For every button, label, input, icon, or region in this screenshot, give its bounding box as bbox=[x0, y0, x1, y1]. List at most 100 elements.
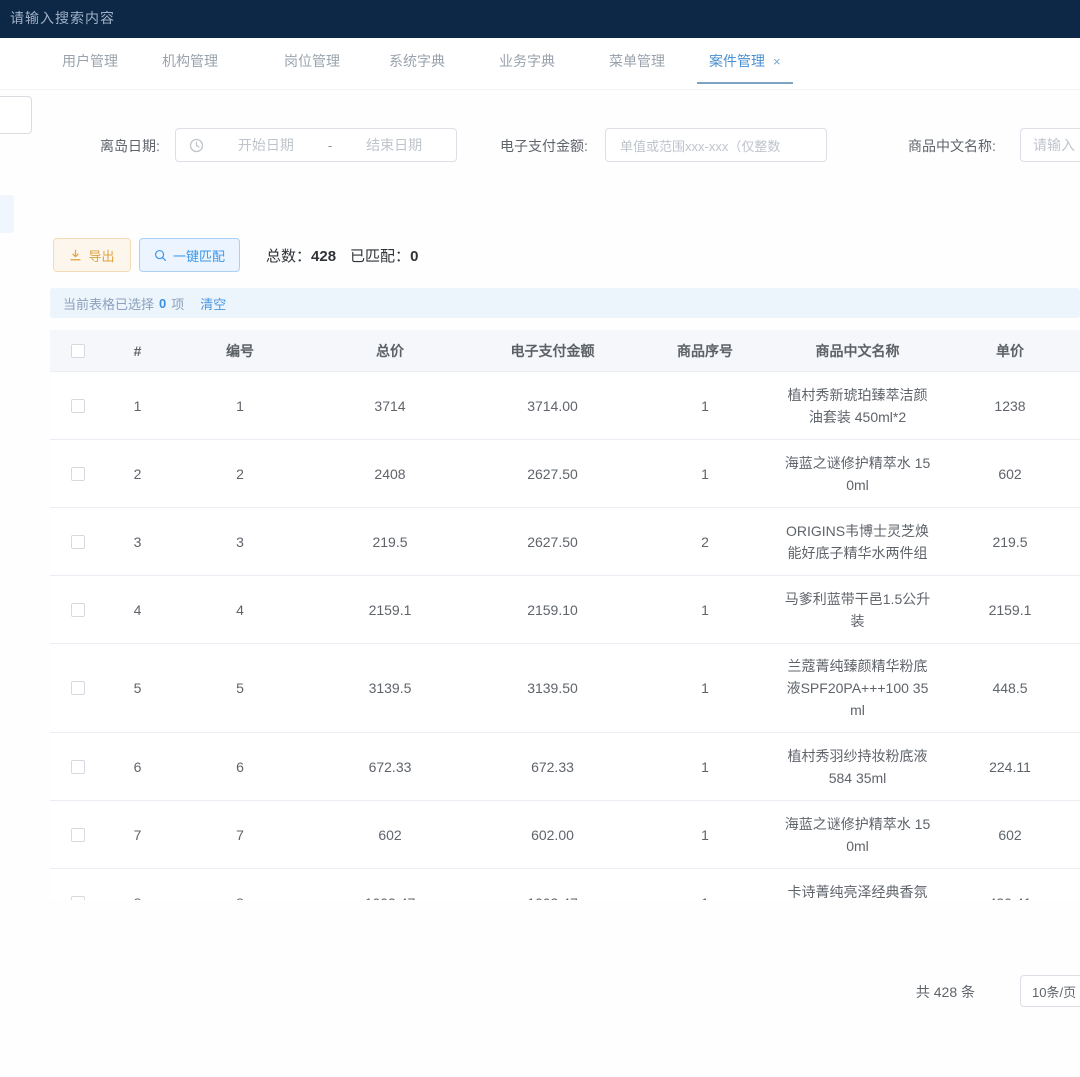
table-row: 3 3 219.5 2627.50 2 ORIGINS韦博士灵芝焕能好底子精华水… bbox=[50, 508, 1080, 576]
selection-prefix: 当前表格已选择 bbox=[63, 294, 154, 313]
header-bianhao[interactable]: 编号 bbox=[170, 341, 310, 361]
main-content: 离岛日期: 开始日期 - 结束日期 电子支付金额: 单值或范围xxx-xxx（仅… bbox=[0, 90, 1080, 1077]
matched-value: 0 bbox=[410, 248, 418, 265]
cell-zongjia: 602 bbox=[310, 824, 470, 846]
date-range-input[interactable]: 开始日期 - 结束日期 bbox=[175, 128, 457, 162]
cell-seq: 1 bbox=[635, 756, 775, 778]
cell-index: 1 bbox=[105, 395, 170, 417]
row-checkbox[interactable] bbox=[71, 896, 85, 901]
count-summary: 总数：428已匹配：0 bbox=[266, 245, 418, 266]
total-label: 总数： bbox=[266, 248, 311, 265]
header-payment[interactable]: 电子支付金额 bbox=[470, 341, 635, 361]
cell-seq: 1 bbox=[635, 824, 775, 846]
tab-user-mgmt[interactable]: 用户管理 bbox=[60, 48, 120, 84]
tab-org-mgmt[interactable]: 机构管理 bbox=[160, 48, 220, 84]
row-checkbox[interactable] bbox=[71, 828, 85, 842]
app-window: 请输入搜索内容 用户管理 机构管理 岗位管理 系统字典 业务字典 菜单管理 案件… bbox=[0, 0, 1080, 1077]
global-search-input[interactable]: 请输入搜索内容 bbox=[10, 8, 115, 28]
cell-index: 2 bbox=[105, 463, 170, 485]
matched-label: 已匹配： bbox=[350, 248, 410, 265]
cell-index: 4 bbox=[105, 599, 170, 621]
close-icon[interactable]: × bbox=[773, 49, 781, 75]
cell-price: 448.5 bbox=[940, 677, 1080, 699]
header-price[interactable]: 单价 bbox=[940, 341, 1080, 361]
cell-name: 兰蔻菁纯臻颜精华粉底液SPF20PA+++100 35ml bbox=[775, 644, 940, 732]
match-button-label: 一键匹配 bbox=[173, 246, 225, 265]
cell-name: 卡诗菁纯亮泽经典香氛 发油100ml bbox=[775, 870, 940, 901]
table-row: 5 5 3139.5 3139.50 1 兰蔻菁纯臻颜精华粉底液SPF20PA+… bbox=[50, 644, 1080, 733]
tab-menu-mgmt[interactable]: 菜单管理 bbox=[607, 48, 667, 84]
header-seq[interactable]: 商品序号 bbox=[635, 341, 775, 361]
page-size-select[interactable]: 10条/页 bbox=[1020, 975, 1080, 1007]
cell-zongjia: 219.5 bbox=[310, 531, 470, 553]
pagination-total: 共 428 条 bbox=[916, 982, 975, 1002]
cell-zongjia: 2408 bbox=[310, 463, 470, 485]
cell-payment: 2627.50 bbox=[470, 463, 635, 485]
cell-seq: 1 bbox=[635, 463, 775, 485]
data-table: # 编号 总价 电子支付金额 商品序号 商品中文名称 单价 1 1 3714 3… bbox=[50, 330, 1080, 900]
header-zongjia[interactable]: 总价 bbox=[310, 341, 470, 361]
row-checkbox[interactable] bbox=[71, 760, 85, 774]
end-date-placeholder: 结束日期 bbox=[332, 135, 456, 155]
cell-name: ORIGINS韦博士灵芝焕能好底子精华水两件组 bbox=[775, 509, 940, 575]
table-row: 8 8 1003.47 1003.47 1 卡诗菁纯亮泽经典香氛 发油100ml… bbox=[50, 869, 1080, 900]
cell-price: 602 bbox=[940, 463, 1080, 485]
tab-post-mgmt[interactable]: 岗位管理 bbox=[282, 48, 342, 84]
product-name-input[interactable]: 请输入 bbox=[1020, 128, 1080, 162]
toolbar: 导出 一键匹配 总数：428已匹配：0 bbox=[0, 238, 1080, 272]
table-row: 6 6 672.33 672.33 1 植村秀羽纱持妆粉底液 584 35ml … bbox=[50, 733, 1080, 801]
cell-payment: 672.33 bbox=[470, 756, 635, 778]
cell-price: 602 bbox=[940, 824, 1080, 846]
name-filter-label: 商品中文名称: bbox=[908, 136, 996, 156]
tab-biz-dict[interactable]: 业务字典 bbox=[497, 48, 557, 84]
top-navbar: 请输入搜索内容 bbox=[0, 0, 1080, 38]
amount-placeholder: 单值或范围xxx-xxx（仅整数 bbox=[620, 136, 780, 155]
row-checkbox[interactable] bbox=[71, 603, 85, 617]
cell-bianhao: 1 bbox=[170, 395, 310, 417]
cell-seq: 2 bbox=[635, 531, 775, 553]
cell-payment: 2159.10 bbox=[470, 599, 635, 621]
row-checkbox[interactable] bbox=[71, 535, 85, 549]
select-all-checkbox[interactable] bbox=[71, 344, 85, 358]
cell-zongjia: 2159.1 bbox=[310, 599, 470, 621]
table-row: 2 2 2408 2627.50 1 海蓝之谜修护精萃水 150ml 602 bbox=[50, 440, 1080, 508]
left-edge-fragment bbox=[0, 195, 14, 233]
date-filter-label: 离岛日期: bbox=[100, 136, 160, 156]
one-click-match-button[interactable]: 一键匹配 bbox=[139, 238, 240, 272]
cell-payment: 602.00 bbox=[470, 824, 635, 846]
cell-payment: 1003.47 bbox=[470, 892, 635, 901]
download-icon bbox=[69, 249, 82, 262]
export-button[interactable]: 导出 bbox=[53, 238, 131, 272]
row-checkbox[interactable] bbox=[71, 399, 85, 413]
cell-seq: 1 bbox=[635, 599, 775, 621]
payment-amount-input[interactable]: 单值或范围xxx-xxx（仅整数 bbox=[605, 128, 827, 162]
search-icon bbox=[154, 249, 167, 262]
name-placeholder: 请输入 bbox=[1033, 135, 1075, 155]
row-checkbox[interactable] bbox=[71, 681, 85, 695]
cell-zongjia: 3714 bbox=[310, 395, 470, 417]
cell-payment: 3714.00 bbox=[470, 395, 635, 417]
cell-name: 植村秀新琥珀臻萃洁颜油套装 450ml*2 bbox=[775, 373, 940, 439]
tab-case-mgmt[interactable]: 案件管理 × bbox=[697, 48, 793, 84]
table-row: 1 1 3714 3714.00 1 植村秀新琥珀臻萃洁颜油套装 450ml*2… bbox=[50, 372, 1080, 440]
clear-selection-link[interactable]: 清空 bbox=[200, 294, 226, 313]
table-body: 1 1 3714 3714.00 1 植村秀新琥珀臻萃洁颜油套装 450ml*2… bbox=[50, 372, 1080, 900]
cell-index: 5 bbox=[105, 677, 170, 699]
header-name[interactable]: 商品中文名称 bbox=[775, 330, 940, 372]
cell-price: 2159.1 bbox=[940, 599, 1080, 621]
cell-price: 219.5 bbox=[940, 531, 1080, 553]
cell-price: 1238 bbox=[940, 395, 1080, 417]
tab-sys-dict[interactable]: 系统字典 bbox=[387, 48, 447, 84]
filter-row: 离岛日期: 开始日期 - 结束日期 电子支付金额: 单值或范围xxx-xxx（仅… bbox=[0, 128, 1080, 162]
cell-name: 海蓝之谜修护精萃水 150ml bbox=[775, 441, 940, 507]
cell-bianhao: 4 bbox=[170, 599, 310, 621]
header-index[interactable]: # bbox=[105, 343, 170, 359]
tab-case-mgmt-label: 案件管理 bbox=[709, 53, 765, 69]
amount-filter-label: 电子支付金额: bbox=[500, 136, 588, 156]
cell-index: 7 bbox=[105, 824, 170, 846]
cell-index: 6 bbox=[105, 756, 170, 778]
row-checkbox[interactable] bbox=[71, 467, 85, 481]
pagination-bar: 共 428 条 10条/页 bbox=[0, 975, 1080, 1007]
cell-name: 海蓝之谜修护精萃水 150ml bbox=[775, 802, 940, 868]
cell-zongjia: 3139.5 bbox=[310, 677, 470, 699]
